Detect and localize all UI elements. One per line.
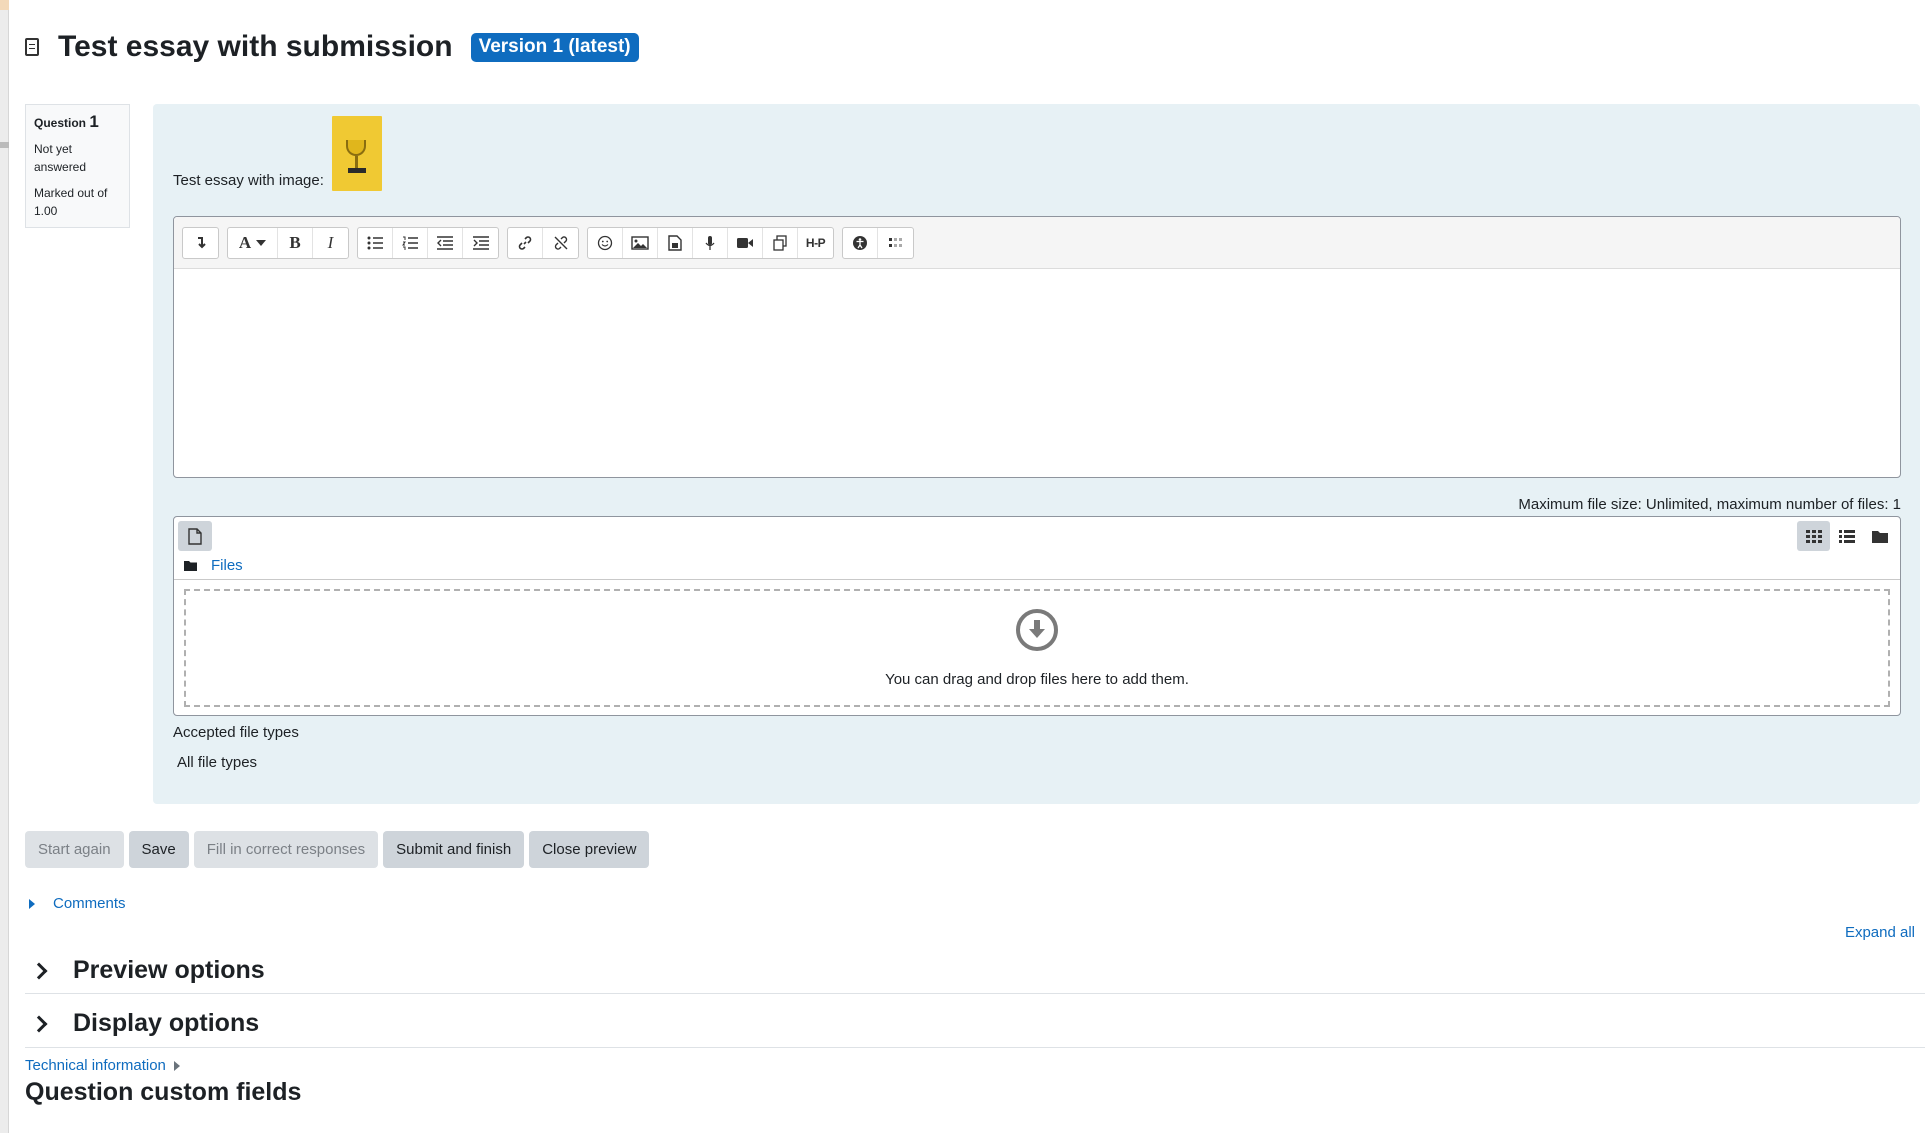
question-type-icon	[25, 38, 39, 56]
chevron-right-icon	[30, 1015, 48, 1032]
toolbar-collapse-icon[interactable]	[183, 228, 218, 258]
trophy-image	[331, 116, 382, 191]
comments-link[interactable]: Comments	[53, 895, 126, 912]
max-file-size-text: Maximum file size: Unlimited, maximum nu…	[1518, 496, 1901, 513]
toolbar-group-links	[507, 226, 579, 259]
file-manager: Files You can drag and drop files here t…	[173, 516, 1901, 716]
trophy-cup-shape	[345, 140, 366, 156]
file-manager-divider	[174, 579, 1900, 580]
accessibility-icon[interactable]	[843, 227, 878, 258]
indent-icon[interactable]	[463, 228, 498, 258]
edge-tick	[0, 142, 9, 148]
caret-right-icon	[173, 1060, 180, 1071]
edge-marker	[0, 0, 9, 10]
question-text: Test essay with image:	[173, 116, 382, 191]
editor-toolbar: A B I H-P	[174, 217, 1900, 269]
accepted-types-label: Accepted file types	[173, 724, 299, 741]
title-row: Test essay with submission Version 1 (la…	[25, 30, 639, 64]
toolbar-group-style: A B I	[227, 226, 349, 259]
question-info-box: Question 1 Not yet answered Marked out o…	[25, 104, 130, 228]
file-path-breadcrumb: Files	[184, 557, 243, 574]
page-title: Test essay with submission	[58, 30, 453, 63]
add-file-button[interactable]	[178, 521, 212, 551]
answer-editor: A B I H-P	[173, 216, 1901, 478]
toolbar-group-collapse	[182, 226, 219, 259]
technical-information-link[interactable]: Technical information	[25, 1057, 166, 1074]
bold-icon[interactable]: B	[278, 227, 313, 258]
close-preview-button[interactable]: Close preview	[529, 831, 650, 868]
image-icon[interactable]	[623, 227, 658, 258]
numbered-list-icon[interactable]	[393, 227, 428, 258]
chevron-right-icon	[30, 962, 48, 979]
custom-fields-heading: Question custom fields	[25, 1078, 302, 1106]
technical-information-toggle[interactable]: Technical information	[25, 1057, 180, 1074]
bullet-list-icon[interactable]	[358, 227, 393, 258]
microphone-icon[interactable]	[693, 227, 728, 258]
italic-icon[interactable]: I	[313, 228, 348, 258]
toolbar-group-media: H-P	[587, 226, 834, 259]
outdent-icon[interactable]	[428, 227, 463, 258]
file-icon	[188, 527, 202, 545]
toolbar-group-lists	[357, 226, 499, 259]
media-file-icon[interactable]	[658, 227, 693, 258]
grid-view-icon[interactable]	[1797, 521, 1830, 551]
font-glyph: A	[238, 232, 252, 252]
accepted-types-value: All file types	[177, 754, 258, 771]
files-link[interactable]: Files	[211, 557, 243, 574]
question-grade: Marked out of 1.00	[34, 186, 108, 218]
unlink-icon[interactable]	[543, 228, 578, 258]
submit-finish-button[interactable]: Submit and finish	[383, 831, 525, 868]
preview-options-section[interactable]: Preview options	[25, 948, 1925, 994]
download-arrow-icon	[1016, 608, 1058, 651]
link-icon[interactable]	[508, 227, 543, 258]
question-content: Test essay with image: A B I H-P Maximum…	[153, 104, 1920, 804]
file-drop-zone[interactable]: You can drag and drop files here to add …	[184, 589, 1890, 707]
answer-text-area[interactable]	[174, 269, 1900, 477]
h5p-icon[interactable]: H-P	[798, 228, 833, 258]
fill-correct-button[interactable]: Fill in correct responses	[193, 831, 379, 868]
folder-icon	[184, 561, 197, 571]
start-again-button[interactable]: Start again	[25, 831, 124, 868]
question-number: Question 1	[34, 113, 121, 132]
view-switcher	[1797, 521, 1896, 551]
question-label: Question	[34, 116, 87, 130]
folder-view-icon[interactable]	[1863, 521, 1896, 551]
trophy-base-shape	[347, 168, 366, 173]
question-text-label: Test essay with image:	[173, 172, 324, 189]
left-edge-scrollbar[interactable]	[0, 0, 9, 1133]
question-state: Not yet answered	[34, 142, 87, 174]
expand-all-link[interactable]: Expand all	[1845, 924, 1915, 941]
preview-options-heading[interactable]: Preview options	[73, 956, 265, 985]
caret-right-icon	[29, 898, 35, 909]
video-camera-icon[interactable]	[728, 227, 763, 258]
manage-files-icon[interactable]	[763, 227, 798, 258]
equation-icon[interactable]	[878, 228, 913, 258]
emoji-icon[interactable]	[588, 227, 623, 258]
comments-toggle[interactable]: Comments	[29, 895, 126, 912]
display-options-heading[interactable]: Display options	[73, 1009, 259, 1038]
font-style-dropdown-icon[interactable]: A	[228, 227, 278, 258]
list-view-icon[interactable]	[1830, 521, 1863, 551]
preview-actions: Start again Save Fill in correct respons…	[25, 831, 654, 868]
drop-zone-text: You can drag and drop files here to add …	[885, 670, 1189, 688]
save-button[interactable]: Save	[128, 831, 189, 868]
version-badge: Version 1 (latest)	[470, 32, 639, 62]
question-number-value: 1	[89, 112, 99, 131]
display-options-section[interactable]: Display options	[25, 1000, 1925, 1048]
trophy-stem-shape	[354, 156, 358, 168]
toolbar-group-extra	[842, 226, 914, 259]
